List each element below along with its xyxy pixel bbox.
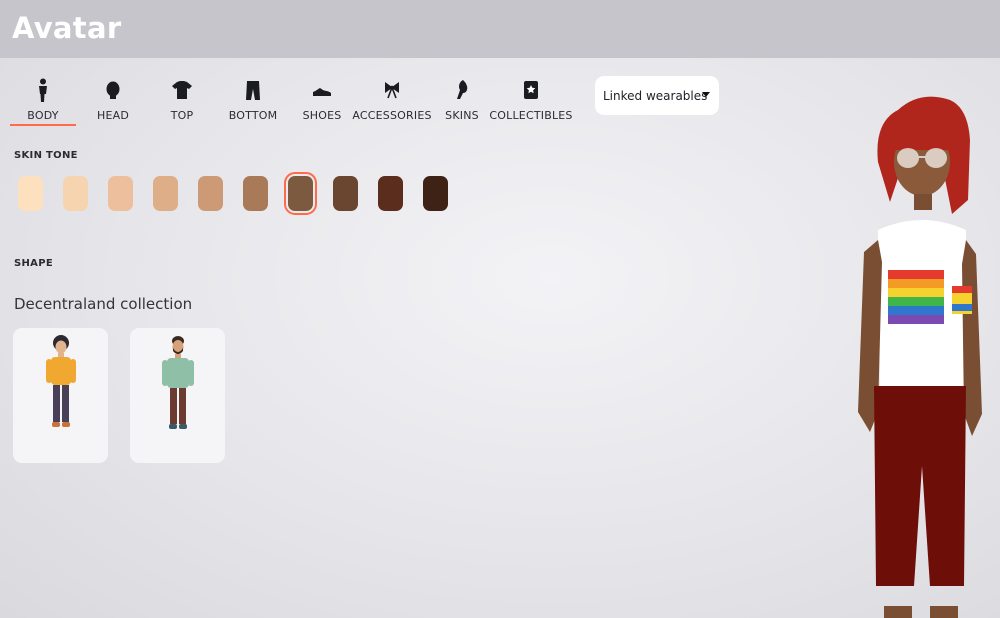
- tab-bottom-label: BOTTOM: [228, 109, 278, 122]
- head-icon: [106, 81, 120, 99]
- skin-tone-swatch[interactable]: [284, 172, 317, 215]
- body-shape-male-card[interactable]: [130, 328, 225, 463]
- bow-icon: [385, 82, 399, 99]
- skin-tone-swatch[interactable]: [423, 176, 448, 211]
- pants-icon: [246, 81, 260, 100]
- male-avatar-thumbnail: [162, 336, 194, 429]
- collection-title: Decentraland collection: [14, 295, 193, 313]
- page-title: Avatar: [12, 11, 122, 45]
- avatar-preview: [858, 96, 982, 618]
- tab-accessories[interactable]: ACCESSORIES: [352, 74, 431, 126]
- shape-label: SHAPE: [14, 258, 53, 269]
- skin-icon: [457, 80, 468, 99]
- collectible-icon: [524, 81, 538, 99]
- female-avatar-thumbnail: [46, 335, 76, 427]
- shirt-icon: [172, 81, 192, 99]
- tab-head-label: HEAD: [96, 109, 130, 122]
- title-bar: Avatar: [0, 0, 1000, 58]
- tab-skins[interactable]: SKINS: [445, 74, 479, 126]
- linked-wearables-dropdown[interactable]: Linked wearables: [595, 76, 719, 115]
- tab-body-label: BODY: [27, 109, 59, 122]
- skin-tone-swatch[interactable]: [18, 176, 43, 211]
- skin-tone-swatch[interactable]: [378, 176, 403, 211]
- skin-tone-label: SKIN TONE: [14, 150, 78, 161]
- tab-top-label: TOP: [170, 109, 194, 122]
- tab-top[interactable]: TOP: [162, 74, 202, 126]
- body-icon: [39, 78, 47, 102]
- dropdown-value: Linked wearables: [603, 88, 708, 103]
- tab-collectibles-label: COLLECTIBLES: [489, 109, 573, 122]
- tab-skins-label: SKINS: [445, 109, 479, 122]
- body-shape-female-card[interactable]: [13, 328, 108, 463]
- tab-head[interactable]: HEAD: [90, 74, 136, 126]
- tab-shoes[interactable]: SHOES: [302, 74, 342, 126]
- tab-body[interactable]: BODY: [10, 74, 76, 126]
- skin-tone-swatch[interactable]: [153, 176, 178, 211]
- shoe-icon: [313, 88, 331, 96]
- skin-tone-swatch[interactable]: [198, 176, 223, 211]
- skin-tone-swatch[interactable]: [63, 176, 88, 211]
- skin-tone-swatch[interactable]: [108, 176, 133, 211]
- tab-collectibles[interactable]: COLLECTIBLES: [489, 74, 572, 126]
- chevron-down-icon: [702, 92, 710, 97]
- tab-bottom[interactable]: BOTTOM: [228, 74, 278, 126]
- tab-accessories-label: ACCESSORIES: [352, 109, 432, 122]
- skin-tone-swatch[interactable]: [333, 176, 358, 211]
- tab-shoes-label: SHOES: [302, 109, 342, 122]
- skin-tone-swatch[interactable]: [243, 176, 268, 211]
